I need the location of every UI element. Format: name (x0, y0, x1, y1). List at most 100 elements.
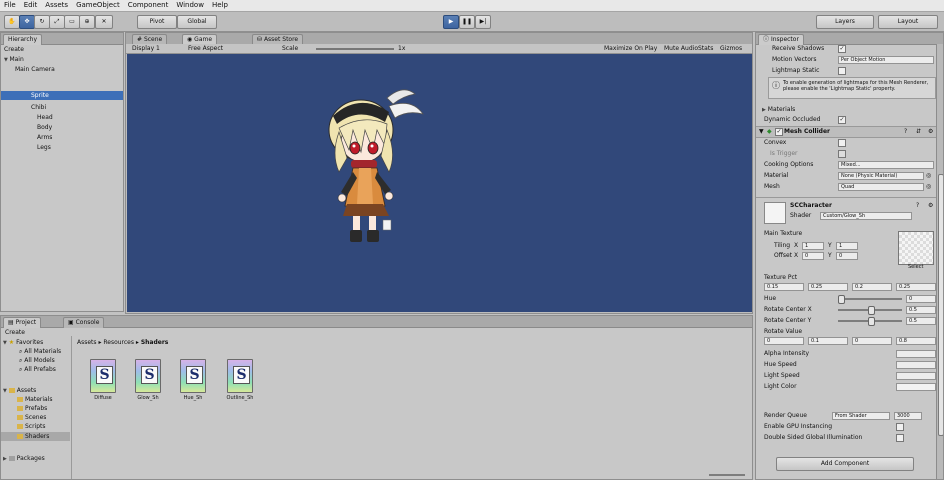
pivot-toggle[interactable]: Pivot (137, 15, 177, 29)
scale-tool-icon[interactable]: ⤢ (49, 15, 65, 29)
object-picker-icon[interactable]: ◎ (926, 171, 931, 180)
favorite-item[interactable]: ⌕ All Materials (19, 347, 61, 356)
offset-y-field[interactable]: 0 (836, 252, 858, 260)
menu-help[interactable]: Help (208, 0, 232, 11)
shader-dropdown[interactable]: Custom/Glow_Sh (820, 212, 912, 220)
light-color-swatch[interactable] (896, 383, 936, 391)
texture-pct-field[interactable]: 0.15 (764, 283, 804, 291)
menu-assets[interactable]: Assets (41, 0, 72, 11)
material-field[interactable]: None (Physic Material) (838, 172, 924, 180)
gear-icon[interactable]: ⚙ (928, 201, 933, 210)
mesh-field[interactable]: Quad (838, 183, 924, 191)
folder-item[interactable]: Scripts (17, 422, 46, 431)
packages-row[interactable]: ▶ Packages (3, 454, 45, 464)
game-viewport[interactable] (127, 54, 752, 312)
menu-window[interactable]: Window (172, 0, 208, 11)
is-trigger-checkbox[interactable] (838, 150, 846, 158)
menu-component[interactable]: Component (124, 0, 173, 11)
menu-gameobject[interactable]: GameObject (72, 0, 124, 11)
hierarchy-create-button[interactable]: Create (4, 45, 24, 54)
hierarchy-item[interactable]: Main Camera (15, 65, 55, 74)
hue-slider[interactable] (838, 298, 902, 300)
layout-dropdown[interactable]: Layout (878, 15, 938, 29)
texture-select-button[interactable]: Select (908, 263, 923, 272)
cooking-options-dropdown[interactable]: Mixed... (838, 161, 934, 169)
texture-pct-field[interactable]: 0.2 (852, 283, 892, 291)
layers-dropdown[interactable]: Layers (816, 15, 874, 29)
hue-slider-knob[interactable] (838, 295, 845, 304)
gpu-instancing-checkbox[interactable] (896, 423, 904, 431)
rotate-value-field[interactable]: 0.8 (896, 337, 936, 345)
gear-icon[interactable]: ⚙ (928, 127, 933, 136)
folder-item-selected[interactable]: Shaders (1, 432, 70, 441)
dynamic-occluded-checkbox[interactable]: ✓ (838, 116, 846, 124)
breadcrumb-item[interactable]: Shaders (141, 339, 169, 346)
custom-tool-icon[interactable]: ✕ (95, 15, 113, 29)
receive-shadows-checkbox[interactable]: ✓ (838, 45, 846, 53)
rotate-center-y-field[interactable]: 0.5 (906, 317, 936, 325)
aspect-dropdown[interactable]: Free Aspect (188, 44, 223, 53)
texture-slot[interactable] (898, 231, 934, 265)
texture-pct-field[interactable]: 0.25 (896, 283, 936, 291)
rotate-tool-icon[interactable]: ↻ (34, 15, 50, 29)
favorite-item[interactable]: ⌕ All Models (19, 356, 55, 365)
texture-pct-field[interactable]: 0.25 (808, 283, 848, 291)
tiling-x-field[interactable]: 1 (802, 242, 824, 250)
convex-checkbox[interactable] (838, 139, 846, 147)
mesh-collider-header[interactable]: ▼ ◆ ✓ Mesh Collider ? ⇵ ⚙ (756, 126, 943, 138)
hierarchy-item[interactable]: Chibi (31, 103, 46, 112)
maximize-on-play-toggle[interactable]: Maximize On Play (604, 44, 657, 53)
rect-tool-icon[interactable]: ▭ (64, 15, 80, 29)
rotate-value-field[interactable]: 0 (764, 337, 804, 345)
global-toggle[interactable]: Global (177, 15, 217, 29)
rotate-center-y-knob[interactable] (868, 317, 875, 326)
help-icon[interactable]: ? (904, 127, 907, 136)
pause-icon[interactable]: ❚❚ (459, 15, 475, 29)
hierarchy-item[interactable]: Body (37, 123, 52, 132)
rotate-value-field[interactable]: 0 (852, 337, 892, 345)
folder-item[interactable]: Materials (17, 395, 53, 404)
shader-file-icon[interactable]: S (135, 359, 161, 393)
rotate-center-x-field[interactable]: 0.5 (906, 306, 936, 314)
mute-audio-toggle[interactable]: Mute Audio (664, 44, 698, 53)
object-picker-icon[interactable]: ◎ (926, 182, 931, 191)
display-dropdown[interactable]: Display 1 (132, 44, 160, 53)
step-icon[interactable]: ▶| (475, 15, 491, 29)
hierarchy-scene-row[interactable]: ▼ Main (4, 55, 122, 65)
render-queue-dropdown[interactable]: From Shader (832, 412, 890, 420)
stats-toggle[interactable]: Stats (698, 44, 713, 53)
help-icon[interactable]: ? (916, 201, 919, 210)
menu-edit[interactable]: Edit (20, 0, 42, 11)
shader-file-icon[interactable]: S (227, 359, 253, 393)
rotate-value-field[interactable]: 0.1 (808, 337, 848, 345)
icon-size-slider[interactable] (709, 474, 745, 476)
play-icon[interactable]: ▶ (443, 15, 459, 29)
double-sided-gi-checkbox[interactable] (896, 434, 904, 442)
breadcrumb-item[interactable]: Resources (103, 339, 134, 346)
preset-icon[interactable]: ⇵ (916, 127, 921, 136)
move-tool-icon[interactable]: ✥ (19, 15, 35, 29)
add-component-button[interactable]: Add Component (776, 457, 914, 471)
render-queue-field[interactable]: 3000 (894, 412, 922, 420)
inspector-scrollbar-thumb[interactable] (938, 174, 943, 436)
transform-tool-icon[interactable]: ⊕ (79, 15, 95, 29)
tab-hierarchy[interactable]: Hierarchy (3, 34, 43, 45)
breadcrumb-item[interactable]: Assets (77, 339, 97, 346)
offset-x-field[interactable]: 0 (802, 252, 824, 260)
favorite-item[interactable]: ⌕ All Prefabs (19, 365, 56, 374)
hand-tool-icon[interactable]: ✋ (4, 15, 20, 29)
hierarchy-item-selected[interactable]: Sprite (1, 91, 123, 100)
component-enabled-checkbox[interactable]: ✓ (775, 128, 783, 136)
hue-field[interactable]: 0 (906, 295, 936, 303)
rotate-center-x-knob[interactable] (868, 306, 875, 315)
scale-slider[interactable] (316, 48, 394, 50)
hierarchy-item[interactable]: Head (37, 113, 53, 122)
light-speed-field[interactable] (896, 372, 936, 380)
tab-console[interactable]: ▣ Console (63, 317, 105, 328)
hierarchy-item[interactable]: Arms (37, 133, 52, 142)
hierarchy-item[interactable]: Legs (37, 143, 51, 152)
gizmos-toggle[interactable]: Gizmos (720, 44, 742, 53)
lightmap-static-checkbox[interactable] (838, 67, 846, 75)
alpha-intensity-field[interactable] (896, 350, 936, 358)
tiling-y-field[interactable]: 1 (836, 242, 858, 250)
